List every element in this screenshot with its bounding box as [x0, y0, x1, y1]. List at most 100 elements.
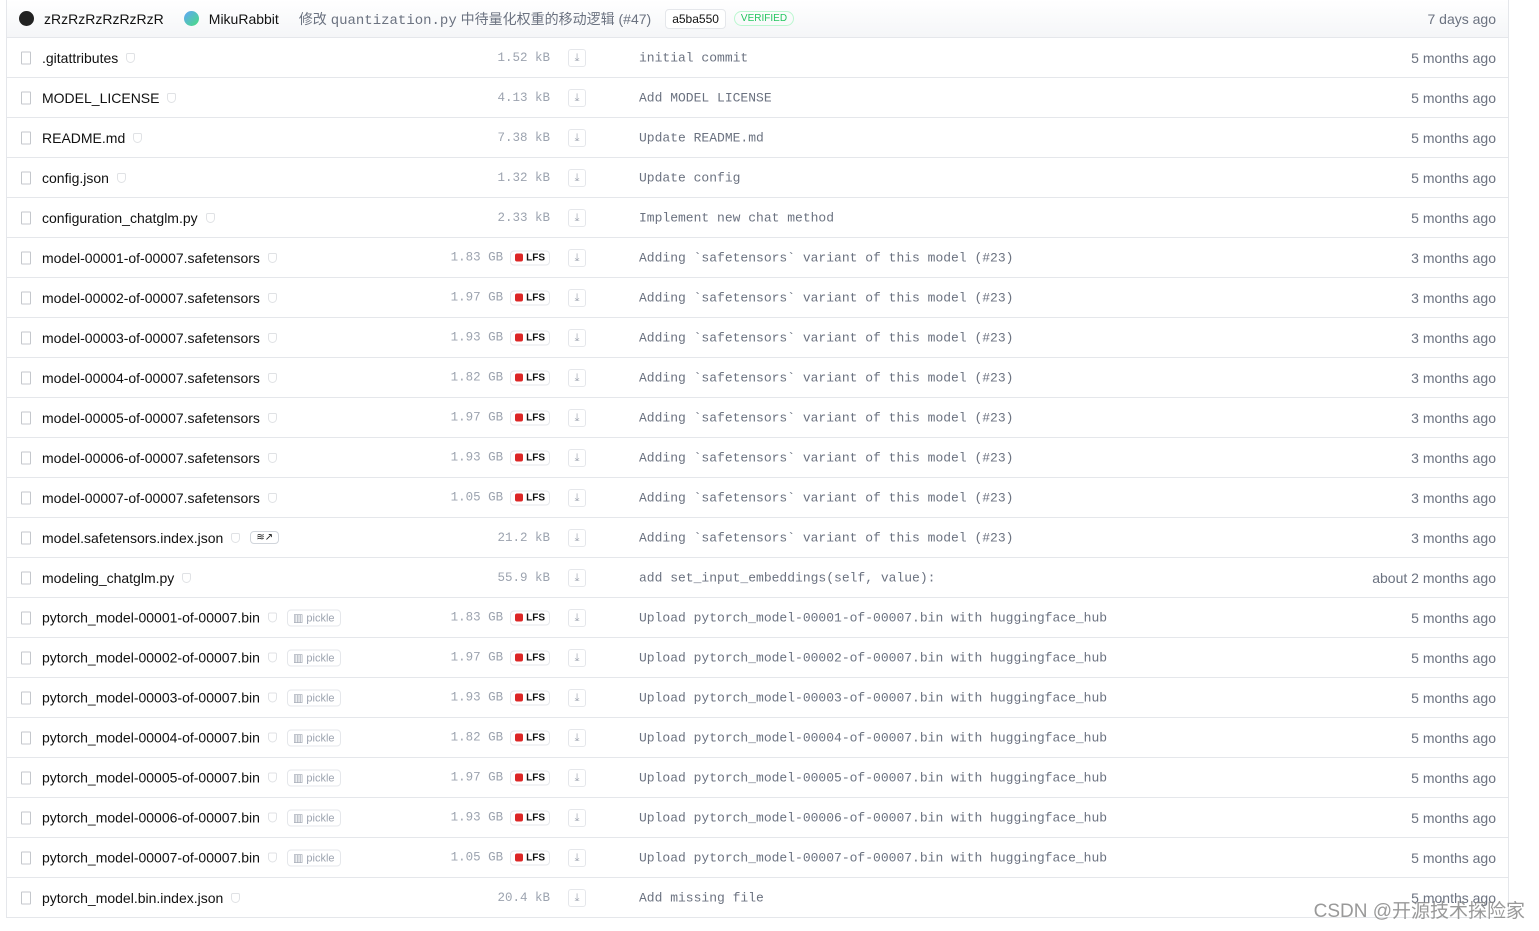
security-shield-icon[interactable]	[231, 532, 241, 543]
security-shield-icon[interactable]	[267, 612, 277, 623]
commit-message-link[interactable]: Adding `safetensors` variant of this mod…	[639, 330, 1013, 345]
file-name-link[interactable]: pytorch_model-00002-of-00007.bin	[42, 650, 260, 666]
file-name-link[interactable]: configuration_chatglm.py	[42, 210, 198, 226]
commit-message-link[interactable]: Adding `safetensors` variant of this mod…	[639, 450, 1013, 465]
pickle-badge[interactable]: ▥ pickle	[286, 809, 341, 826]
file-name-link[interactable]: pytorch_model-00005-of-00007.bin	[42, 770, 260, 786]
file-name-link[interactable]: model-00003-of-00007.safetensors	[42, 330, 260, 346]
download-icon[interactable]: ⤓	[568, 888, 586, 907]
commit-message-link[interactable]: initial commit	[639, 50, 748, 65]
coauthor-link[interactable]: MikuRabbit	[209, 11, 279, 27]
commit-message-link[interactable]: Upload pytorch_model-00002-of-00007.bin …	[639, 650, 1107, 665]
pickle-badge[interactable]: ▥ pickle	[286, 649, 341, 666]
security-shield-icon[interactable]	[267, 692, 277, 703]
file-name-link[interactable]: model-00004-of-00007.safetensors	[42, 370, 260, 386]
commit-message-link[interactable]: Update README.md	[639, 130, 764, 145]
security-shield-icon[interactable]	[267, 852, 277, 863]
download-icon[interactable]: ⤓	[568, 448, 586, 467]
security-shield-icon[interactable]	[267, 252, 277, 263]
commit-message-link[interactable]: Upload pytorch_model-00007-of-00007.bin …	[639, 850, 1107, 865]
download-icon[interactable]: ⤓	[568, 368, 586, 387]
file-name-link[interactable]: pytorch_model-00001-of-00007.bin	[42, 610, 260, 626]
download-icon[interactable]: ⤓	[568, 528, 586, 547]
commit-message-link[interactable]: Upload pytorch_model-00005-of-00007.bin …	[639, 770, 1107, 785]
security-shield-icon[interactable]	[267, 812, 277, 823]
commit-message-link[interactable]: Adding `safetensors` variant of this mod…	[639, 250, 1013, 265]
commit-message-link[interactable]: Adding `safetensors` variant of this mod…	[639, 490, 1013, 505]
author-link[interactable]: zRzRzRzRzRzRzR	[44, 11, 164, 27]
security-shield-icon[interactable]	[267, 292, 277, 303]
commit-message-link[interactable]: Adding `safetensors` variant of this mod…	[639, 290, 1013, 305]
commit-message-link[interactable]: Update config	[639, 170, 740, 185]
pickle-badge[interactable]: ▥ pickle	[286, 689, 341, 706]
security-shield-icon[interactable]	[267, 772, 277, 783]
file-name-link[interactable]: .gitattributes	[42, 50, 118, 66]
security-shield-icon[interactable]	[182, 572, 192, 583]
pickle-badge[interactable]: ▥ pickle	[286, 769, 341, 786]
file-name-link[interactable]: model-00002-of-00007.safetensors	[42, 290, 260, 306]
commit-message-link[interactable]: Upload pytorch_model-00003-of-00007.bin …	[639, 690, 1107, 705]
pickle-badge[interactable]: ▥ pickle	[286, 609, 341, 626]
commit-message-link[interactable]: Adding `safetensors` variant of this mod…	[639, 410, 1013, 425]
commit-message-link[interactable]: Add MODEL LICENSE	[639, 90, 772, 105]
pickle-badge[interactable]: ▥ pickle	[286, 729, 341, 746]
security-shield-icon[interactable]	[267, 372, 277, 383]
download-icon[interactable]: ⤓	[568, 168, 586, 187]
download-icon[interactable]: ⤓	[568, 648, 586, 667]
security-shield-icon[interactable]	[267, 332, 277, 343]
file-name-link[interactable]: pytorch_model-00003-of-00007.bin	[42, 690, 260, 706]
download-icon[interactable]: ⤓	[568, 688, 586, 707]
file-name-link[interactable]: modeling_chatglm.py	[42, 570, 174, 586]
download-icon[interactable]: ⤓	[568, 768, 586, 787]
security-shield-icon[interactable]	[267, 652, 277, 663]
file-name-link[interactable]: pytorch_model-00006-of-00007.bin	[42, 810, 260, 826]
commit-message[interactable]: 修改 quantization.py 中待量化权重的移动逻辑 (#47)	[299, 9, 651, 29]
security-shield-icon[interactable]	[267, 452, 277, 463]
commit-message-link[interactable]: Adding `safetensors` variant of this mod…	[639, 370, 1013, 385]
file-name-link[interactable]: pytorch_model-00004-of-00007.bin	[42, 730, 260, 746]
download-icon[interactable]: ⤓	[568, 328, 586, 347]
download-icon[interactable]: ⤓	[568, 88, 586, 107]
security-shield-icon[interactable]	[133, 132, 143, 143]
commit-message-link[interactable]: Upload pytorch_model-00006-of-00007.bin …	[639, 810, 1107, 825]
download-icon[interactable]: ⤓	[568, 128, 586, 147]
security-shield-icon[interactable]	[205, 212, 215, 223]
commit-message-link[interactable]: Add missing file	[639, 890, 764, 905]
file-name-link[interactable]: pytorch_model-00007-of-00007.bin	[42, 850, 260, 866]
security-shield-icon[interactable]	[267, 732, 277, 743]
file-name-link[interactable]: README.md	[42, 130, 125, 146]
file-name-link[interactable]: pytorch_model.bin.index.json	[42, 890, 223, 906]
pickle-badge[interactable]: ▥ pickle	[286, 849, 341, 866]
download-icon[interactable]: ⤓	[568, 488, 586, 507]
download-icon[interactable]: ⤓	[568, 288, 586, 307]
security-shield-icon[interactable]	[167, 92, 177, 103]
commit-message-link[interactable]: Implement new chat method	[639, 210, 834, 225]
commit-message-link[interactable]: Upload pytorch_model-00004-of-00007.bin …	[639, 730, 1107, 745]
download-icon[interactable]: ⤓	[568, 728, 586, 747]
commit-hash[interactable]: a5ba550	[665, 8, 726, 29]
file-name-link[interactable]: config.json	[42, 170, 109, 186]
download-icon[interactable]: ⤓	[568, 408, 586, 427]
security-shield-icon[interactable]	[116, 172, 126, 183]
security-shield-icon[interactable]	[231, 892, 241, 903]
download-icon[interactable]: ⤓	[568, 848, 586, 867]
security-shield-icon[interactable]	[126, 52, 136, 63]
download-icon[interactable]: ⤓	[568, 208, 586, 227]
download-icon[interactable]: ⤓	[568, 808, 586, 827]
download-icon[interactable]: ⤓	[568, 608, 586, 627]
commit-message-link[interactable]: Adding `safetensors` variant of this mod…	[639, 530, 1013, 545]
download-icon[interactable]: ⤓	[568, 248, 586, 267]
file-name-link[interactable]: MODEL_LICENSE	[42, 90, 159, 106]
commit-message-link[interactable]: add set_input_embeddings(self, value):	[639, 570, 935, 585]
download-icon[interactable]: ⤓	[568, 48, 586, 67]
security-shield-icon[interactable]	[267, 412, 277, 423]
file-name-link[interactable]: model-00001-of-00007.safetensors	[42, 250, 260, 266]
dataset-viewer-button[interactable]: ≋↗	[250, 531, 280, 544]
file-name-link[interactable]: model-00005-of-00007.safetensors	[42, 410, 260, 426]
file-name-link[interactable]: model-00007-of-00007.safetensors	[42, 490, 260, 506]
commit-message-link[interactable]: Upload pytorch_model-00001-of-00007.bin …	[639, 610, 1107, 625]
security-shield-icon[interactable]	[267, 492, 277, 503]
file-name-link[interactable]: model.safetensors.index.json	[42, 530, 223, 546]
file-name-link[interactable]: model-00006-of-00007.safetensors	[42, 450, 260, 466]
download-icon[interactable]: ⤓	[568, 568, 586, 587]
